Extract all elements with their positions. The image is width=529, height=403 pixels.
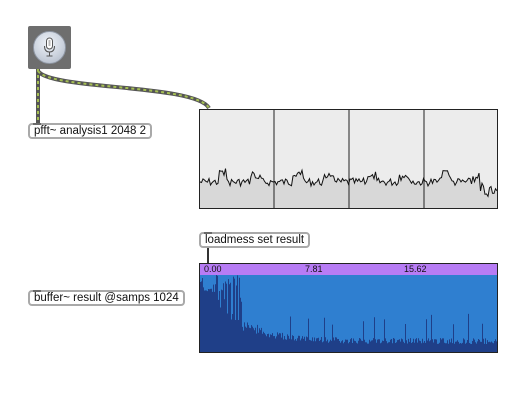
- ruler-label-1: 7.81: [305, 264, 323, 274]
- ruler-label-2: 15.62: [404, 264, 427, 274]
- pfft-object[interactable]: pfft~ analysis1 2048 2: [28, 123, 152, 139]
- loadmess-object[interactable]: loadmess set result: [199, 232, 311, 248]
- loadmess-inlet[interactable]: [204, 232, 212, 234]
- buffer-waveform-view[interactable]: 0.00 7.81 15.62: [199, 263, 498, 353]
- buffer-object-text: buffer~ result @samps 1024: [34, 292, 179, 304]
- spectrum-scope-display[interactable]: [199, 109, 498, 209]
- buffer-inlet[interactable]: [33, 290, 41, 292]
- pfft-object-text: pfft~ analysis1 2048 2: [34, 125, 146, 137]
- pfft-inlet[interactable]: [33, 123, 41, 125]
- buffer-object[interactable]: buffer~ result @samps 1024: [28, 290, 185, 306]
- ruler-label-0: 0.00: [204, 264, 222, 274]
- loadmess-object-text: loadmess set result: [205, 234, 305, 246]
- signal-cable-mic-to-scope[interactable]: [36, 69, 211, 110]
- microphone-icon: [33, 31, 66, 64]
- microphone-toggle-button[interactable]: [28, 26, 71, 69]
